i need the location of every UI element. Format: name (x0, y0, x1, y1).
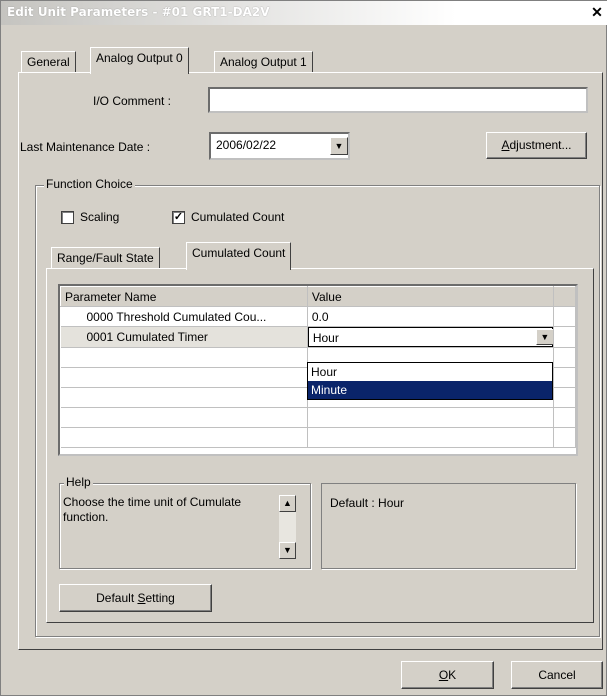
table-row[interactable]: 0000 Threshold Cumulated Cou... 0.0 (60, 306, 576, 327)
tab-cumulated-count[interactable]: Cumulated Count (186, 242, 292, 270)
column-header-spacer (553, 286, 576, 307)
close-icon[interactable]: ✕ (589, 4, 605, 20)
param-name-cell: 0001 Cumulated Timer (60, 326, 308, 348)
grid-header-row: Parameter Name Value (60, 286, 576, 307)
ok-mnemonic: O (438, 668, 449, 682)
row-spacer (553, 306, 576, 327)
default-setting-label-rest: etting (145, 591, 175, 605)
tab-label: Cumulated Count (192, 246, 286, 260)
help-legend: Help (64, 475, 93, 489)
maintenance-date-label: Last Maintenance Date : (20, 140, 151, 154)
cumulated-timer-select[interactable]: Hour ▼ (307, 327, 553, 347)
table-row (60, 407, 576, 428)
default-value-box: Default : Hour (321, 483, 576, 569)
ok-button[interactable]: OK (401, 661, 494, 689)
cumulated-count-label: Cumulated Count (191, 210, 285, 224)
scroll-down-icon[interactable]: ▼ (279, 542, 296, 559)
tab-analog-output-1[interactable]: Analog Output 1 (214, 51, 313, 73)
row-spacer (553, 326, 576, 348)
maintenance-date-picker[interactable]: 2006/02/22 ▼ (209, 132, 350, 160)
tab-analog-output-0[interactable]: Analog Output 0 (90, 47, 189, 74)
window-title: Edit Unit Parameters - #01 GRT1-DA2V (7, 5, 270, 19)
chevron-down-icon[interactable]: ▼ (535, 329, 553, 345)
io-comment-input[interactable] (208, 87, 588, 113)
tab-label: Analog Output 1 (220, 55, 307, 69)
tab-label: Analog Output 0 (96, 51, 183, 65)
column-header-name[interactable]: Parameter Name (60, 286, 308, 307)
default-value-text: Default : Hour (330, 496, 405, 510)
edit-unit-parameters-window: Edit Unit Parameters - #01 GRT1-DA2V ✕ G… (0, 0, 608, 696)
chevron-down-icon[interactable]: ▼ (330, 137, 348, 155)
default-setting-button[interactable]: Default Setting (59, 584, 212, 612)
timer-dropdown-list[interactable]: Hour Minute (307, 362, 553, 400)
default-setting-label: Default (96, 591, 138, 605)
adjustment-label: djustment... (509, 138, 572, 152)
dropdown-option-minute[interactable]: Minute (308, 381, 552, 399)
tab-label: Range/Fault State (57, 251, 154, 265)
adjustment-button[interactable]: Adjustment... (486, 132, 587, 159)
column-header-value[interactable]: Value (306, 286, 555, 307)
tab-label: General (27, 55, 70, 69)
cumulated-count-checkbox[interactable]: ✓ (172, 211, 185, 224)
maintenance-date-value: 2006/02/22 (216, 138, 277, 152)
parameter-grid[interactable]: Parameter Name Value 0000 Threshold Cumu… (58, 284, 578, 456)
tab-general[interactable]: General (21, 51, 76, 73)
table-row (60, 427, 576, 448)
help-text: Choose the time unit of Cumulate functio… (63, 495, 242, 524)
cancel-button[interactable]: Cancel (511, 661, 603, 689)
io-comment-label: I/O Comment : (93, 94, 172, 108)
function-choice-legend: Function Choice (44, 177, 135, 191)
param-name-cell: 0000 Threshold Cumulated Cou... (60, 306, 308, 327)
table-row[interactable]: 0001 Cumulated Timer Hour ▼ (60, 326, 576, 348)
param-value-cell[interactable]: Hour ▼ (307, 326, 555, 348)
dropdown-option-hour[interactable]: Hour (308, 363, 552, 381)
default-setting-mnemonic: S (137, 591, 146, 605)
help-scrollbar[interactable]: ▲ ▼ (279, 495, 296, 559)
cumulated-timer-value: Hour (312, 331, 339, 345)
ok-label: K (448, 668, 457, 682)
scaling-label: Scaling (80, 210, 120, 224)
scaling-checkbox[interactable] (61, 211, 74, 224)
scroll-up-icon[interactable]: ▲ (279, 495, 296, 512)
param-value-cell[interactable]: 0.0 (307, 306, 555, 327)
title-bar[interactable]: Edit Unit Parameters - #01 GRT1-DA2V ✕ (1, 1, 608, 25)
tab-range-fault-state[interactable]: Range/Fault State (51, 247, 160, 269)
